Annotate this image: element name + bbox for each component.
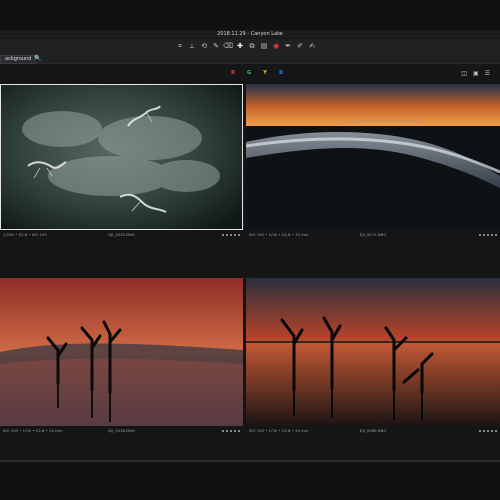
foggy-lake-photo	[0, 84, 243, 230]
image-meta: 1/250 • f/2.8 • ISO 100 DJI_0035.DNG	[0, 230, 243, 240]
toolbar-controls: ackground 🔍 R G Y B ◫ ▣ ☰	[0, 54, 500, 77]
rating-dot[interactable]	[483, 430, 485, 432]
color-labels: R G Y B	[228, 70, 286, 77]
label-green[interactable]: G	[244, 70, 254, 77]
filename: DJI_0071.DNG	[359, 232, 387, 237]
rating-dot[interactable]	[487, 430, 489, 432]
straighten-icon[interactable]: ⟂	[188, 42, 196, 50]
compare-icon[interactable]: ▣	[473, 70, 479, 77]
search-icon[interactable]: 🔍	[34, 55, 41, 62]
redeye-icon[interactable]: ◉	[272, 42, 280, 50]
rating-dot[interactable]	[222, 234, 224, 236]
rating-dot[interactable]	[491, 234, 493, 236]
app-window: 2018.11.29 - Canyon Lake ⌗ ⟂ ⟲ ✎ ⌫ ✚ ⧉ ▤…	[0, 30, 500, 460]
bezel-edge	[0, 460, 500, 462]
meta-left: 1/250 • f/2.8 • ISO 100	[3, 232, 47, 237]
rating-dot[interactable]	[491, 430, 493, 432]
thumbnail-image[interactable]	[0, 84, 243, 230]
image-cell[interactable]: ISO 100 • 1/30 • f/2.8 • 24 mm DJI_0036.…	[0, 278, 243, 436]
filename: DJI_0060.DNG	[359, 428, 387, 433]
meta-dots	[479, 426, 497, 432]
monitor-top-bezel	[0, 0, 500, 30]
label-red[interactable]: R	[228, 70, 238, 77]
rating-dot[interactable]	[479, 430, 481, 432]
rating-dot[interactable]	[479, 234, 481, 236]
rating-dot[interactable]	[483, 234, 485, 236]
label-yellow[interactable]: Y	[260, 70, 270, 77]
rating-dot[interactable]	[495, 430, 497, 432]
meta-left: ISO 100 • 1/30 • f/2.8 • 24 mm	[249, 428, 309, 433]
rating-dot[interactable]	[234, 430, 236, 432]
image-meta: ISO 100 • 1/30 • f/2.8 • 35 mm DJI_0071.…	[246, 230, 500, 240]
toolbar: ⌗ ⟂ ⟲ ✎ ⌫ ✚ ⧉ ▤ ◉ ✒ ✐ ✍ ackground 🔍 R G …	[0, 39, 500, 77]
meta-dots	[479, 230, 497, 236]
rating-dot[interactable]	[222, 430, 224, 432]
layout-icon[interactable]: ◫	[461, 70, 467, 77]
meta-dots	[222, 230, 240, 236]
thumbnail-image[interactable]	[246, 278, 500, 426]
thumbnail-image[interactable]	[0, 278, 243, 426]
red-sunset-trees-photo	[0, 278, 243, 426]
meta-left: ISO 100 • 1/30 • f/2.8 • 35 mm	[249, 232, 309, 237]
image-meta: ISO 100 • 1/30 • f/2.8 • 24 mm DJI_0060.…	[246, 426, 500, 436]
rating-dot[interactable]	[230, 430, 232, 432]
rating-dot[interactable]	[226, 430, 228, 432]
toolbar-tools: ⌗ ⟂ ⟲ ✎ ⌫ ✚ ⧉ ▤ ◉ ✒ ✐ ✍	[176, 42, 316, 52]
image-cell[interactable]: ISO 100 • 1/30 • f/2.8 • 24 mm DJI_0060.…	[246, 278, 500, 436]
right-tools: ◫ ▣ ☰	[461, 70, 490, 77]
picker-icon[interactable]: ✒	[284, 42, 292, 50]
crop-icon[interactable]: ⌗	[176, 42, 184, 50]
sunset-lake-photo	[246, 84, 500, 230]
monitor-bottom-bezel	[0, 460, 500, 500]
filename: DJI_0035.DNG	[108, 232, 135, 237]
image-cell[interactable]: ISO 100 • 1/30 • f/2.8 • 35 mm DJI_0071.…	[246, 84, 500, 240]
lake-sunset-trees-photo	[246, 278, 500, 426]
rating-dot[interactable]	[226, 234, 228, 236]
rating-dot[interactable]	[234, 234, 236, 236]
rating-dot[interactable]	[495, 234, 497, 236]
image-meta: ISO 100 • 1/30 • f/2.8 • 24 mm DJI_0036.…	[0, 426, 243, 436]
rating-dot[interactable]	[238, 234, 240, 236]
meta-left: ISO 100 • 1/30 • f/2.8 • 24 mm	[3, 428, 63, 433]
label-blue[interactable]: B	[276, 70, 286, 77]
clone-icon[interactable]: ⧉	[248, 42, 256, 50]
annotation-icon[interactable]: ✐	[296, 42, 304, 50]
image-cell[interactable]: 1/250 • f/2.8 • ISO 100 DJI_0035.DNG	[0, 84, 243, 240]
eraser-icon[interactable]: ⌫	[223, 42, 233, 50]
filename: DJI_0036.DNG	[108, 428, 135, 433]
rotate-icon[interactable]: ⟲	[200, 42, 208, 50]
title-bar: 2018.11.29 - Canyon Lake	[0, 30, 500, 38]
brush-icon[interactable]: ✎	[212, 42, 220, 50]
rating-dot[interactable]	[230, 234, 232, 236]
rating-dot[interactable]	[238, 430, 240, 432]
image-grid: 1/250 • f/2.8 • ISO 100 DJI_0035.DNG ISO…	[0, 78, 500, 458]
rating-dot[interactable]	[487, 234, 489, 236]
heal-icon[interactable]: ✚	[236, 42, 244, 50]
background-select[interactable]: ackground	[0, 55, 37, 64]
brush2-icon[interactable]: ✍	[308, 42, 316, 50]
gradient-icon[interactable]: ▤	[260, 42, 268, 50]
window-title: 2018.11.29 - Canyon Lake	[217, 31, 283, 37]
thumbnail-image[interactable]	[246, 84, 500, 230]
menu-icon[interactable]: ☰	[485, 70, 490, 77]
meta-dots	[222, 426, 240, 432]
